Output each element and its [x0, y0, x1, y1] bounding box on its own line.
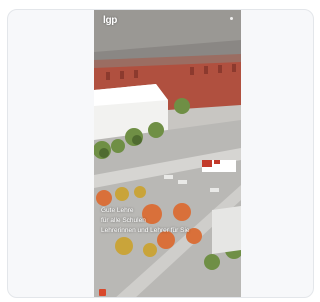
caption-line-1: Gute Lehre: [101, 207, 134, 214]
preview-card: lgp Gute Lehre für alle Schulen Lehrerin…: [7, 9, 314, 298]
phone-preview[interactable]: lgp Gute Lehre für alle Schulen Lehrerin…: [94, 10, 241, 297]
app-logo[interactable]: lgp: [103, 15, 117, 26]
brand-mark-icon: [99, 289, 106, 296]
hero-caption: Gute Lehre für alle Schulen Lehrerinnen …: [101, 206, 190, 236]
caption-line-3: Lehrerinnen und Lehrer für Sie: [101, 227, 190, 234]
caption-line-2: für alle Schulen: [101, 217, 146, 224]
status-indicator: [230, 17, 233, 20]
campus-aerial-image: [94, 10, 241, 297]
